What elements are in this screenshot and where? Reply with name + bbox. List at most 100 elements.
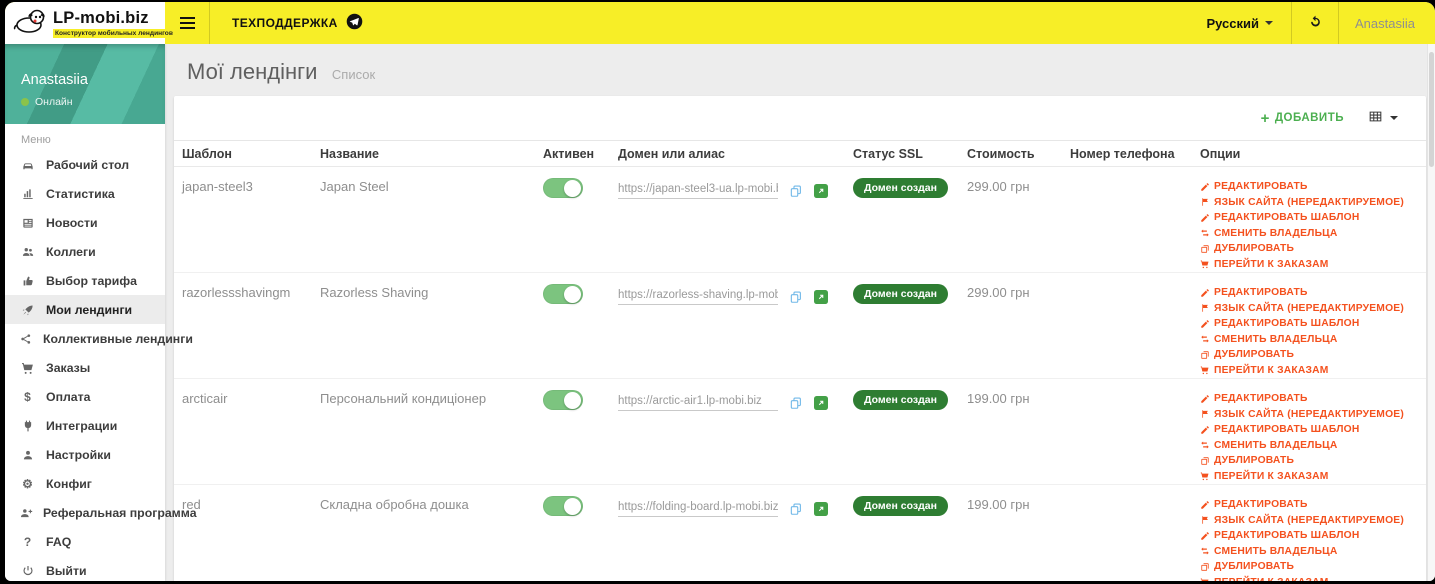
- option-edit[interactable]: РЕДАКТИРОВАТЬ: [1200, 391, 1418, 407]
- support-label: ТЕХПОДДЕРЖКА: [232, 16, 338, 30]
- options-list: РЕДАКТИРОВАТЬ ЯЗЫК САЙТА (НЕРЕДАКТИРУЕМО…: [1200, 279, 1418, 378]
- language-selector[interactable]: Русский: [1188, 2, 1291, 44]
- online-status-dot: [21, 98, 29, 106]
- domain-input[interactable]: [618, 393, 778, 411]
- copy-domain-icon[interactable]: [789, 290, 803, 304]
- sidebar-item-2[interactable]: Новости: [5, 208, 165, 237]
- active-toggle[interactable]: [543, 390, 583, 410]
- copy-domain-icon[interactable]: [789, 396, 803, 410]
- active-toggle[interactable]: [543, 284, 583, 304]
- sidebar-item-5[interactable]: Мои лендинги: [5, 295, 165, 324]
- option-go-to-orders[interactable]: ПЕРЕЙТИ К ЗАКАЗАМ: [1200, 575, 1418, 581]
- add-button-label: ДОБАВИТЬ: [1274, 112, 1344, 124]
- option-change-owner[interactable]: СМЕНИТЬ ВЛАДЕЛЬЦА: [1200, 226, 1418, 242]
- option-go-to-orders[interactable]: ПЕРЕЙТИ К ЗАКАЗАМ: [1200, 469, 1418, 485]
- sidebar-item-10[interactable]: Настройки: [5, 440, 165, 469]
- sidebar-item-8[interactable]: $ Оплата: [5, 382, 165, 411]
- support-button[interactable]: ТЕХПОДДЕРЖКА: [210, 2, 385, 44]
- scrollbar[interactable]: [1427, 44, 1435, 581]
- option-edit[interactable]: РЕДАКТИРОВАТЬ: [1200, 285, 1418, 301]
- option-site-language[interactable]: ЯЗЫК САЙТА (НЕРЕДАКТИРУЕМОЕ): [1200, 407, 1418, 423]
- online-status: Онлайн: [21, 96, 149, 108]
- option-duplicate[interactable]: ДУБЛИРОВАТЬ: [1200, 559, 1418, 575]
- hamburger-icon: [179, 17, 195, 29]
- sidebar-user-panel: Anastasiia Онлайн: [5, 44, 165, 124]
- domain-input[interactable]: [618, 499, 778, 517]
- sidebar-item-7[interactable]: Заказы: [5, 353, 165, 382]
- option-edit-template[interactable]: РЕДАКТИРОВАТЬ ШАБЛОН: [1200, 422, 1418, 438]
- sidebar-item-13[interactable]: ? FAQ: [5, 527, 165, 556]
- sidebar-username: Anastasiia: [21, 72, 88, 88]
- ssl-status-badge: Домен создан: [853, 390, 948, 410]
- chevron-down-icon: [1265, 21, 1274, 25]
- option-change-owner[interactable]: СМЕНИТЬ ВЛАДЕЛЬЦА: [1200, 332, 1418, 348]
- option-change-owner[interactable]: СМЕНИТЬ ВЛАДЕЛЬЦА: [1200, 438, 1418, 454]
- option-go-to-orders[interactable]: ПЕРЕЙТИ К ЗАКАЗАМ: [1200, 257, 1418, 273]
- copy-domain-icon[interactable]: [789, 184, 803, 198]
- table-view-button[interactable]: [1368, 109, 1398, 127]
- sidebar-item-6[interactable]: Коллективные лендинги: [5, 324, 193, 353]
- language-label: Русский: [1206, 15, 1260, 31]
- option-site-language[interactable]: ЯЗЫК САЙТА (НЕРЕДАКТИРУЕМОЕ): [1200, 513, 1418, 529]
- option-edit[interactable]: РЕДАКТИРОВАТЬ: [1200, 497, 1418, 513]
- option-edit-template[interactable]: РЕДАКТИРОВАТЬ ШАБЛОН: [1200, 210, 1418, 226]
- open-site-icon[interactable]: [814, 502, 828, 516]
- option-edit-template[interactable]: РЕДАКТИРОВАТЬ ШАБЛОН: [1200, 316, 1418, 332]
- telegram-icon: [346, 13, 363, 33]
- edit-icon: [1200, 213, 1210, 223]
- table-body: japan-steel3 Japan Steel Домен создан 29…: [174, 167, 1426, 581]
- template-name: japan-steel3: [182, 179, 253, 194]
- option-duplicate[interactable]: ДУБЛИРОВАТЬ: [1200, 241, 1418, 257]
- table-header: Шаблон Название Активен Домен или алиас …: [174, 140, 1426, 167]
- sidebar-item-1[interactable]: Статистика: [5, 179, 165, 208]
- template-name: razorlessshavingm: [182, 285, 291, 300]
- duplicate-icon: [1200, 350, 1210, 360]
- dog-logo-icon: [13, 8, 47, 39]
- option-site-language[interactable]: ЯЗЫК САЙТА (НЕРЕДАКТИРУЕМОЕ): [1200, 195, 1418, 211]
- option-duplicate[interactable]: ДУБЛИРОВАТЬ: [1200, 453, 1418, 469]
- scrollbar-thumb[interactable]: [1429, 52, 1434, 167]
- open-site-icon[interactable]: [814, 184, 828, 198]
- toggle-knob: [564, 285, 581, 303]
- open-site-icon[interactable]: [814, 396, 828, 410]
- domain-input[interactable]: [618, 287, 778, 305]
- cart-icon: [1200, 471, 1210, 481]
- option-duplicate[interactable]: ДУБЛИРОВАТЬ: [1200, 347, 1418, 363]
- column-header: Активен: [543, 146, 595, 161]
- domain-input[interactable]: [618, 181, 778, 199]
- sidebar-item-3[interactable]: Коллеги: [5, 237, 165, 266]
- active-toggle[interactable]: [543, 178, 583, 198]
- card-toolbar: + ДОБАВИТЬ: [174, 96, 1426, 140]
- active-toggle[interactable]: [543, 496, 583, 516]
- add-landing-button[interactable]: + ДОБАВИТЬ: [1261, 111, 1344, 126]
- menu-toggle-button[interactable]: [165, 2, 209, 44]
- sidebar-item-11[interactable]: ⚙ Конфиг: [5, 469, 165, 498]
- refresh-button[interactable]: [1292, 2, 1338, 44]
- swap-icon: [1200, 546, 1210, 556]
- table-row: razorlessshavingm Razorless Shaving Доме…: [174, 273, 1426, 379]
- logo[interactable]: LP-mobi.biz Конструктор мобильных лендин…: [5, 2, 175, 44]
- flag-icon: [1200, 303, 1210, 313]
- option-change-owner[interactable]: СМЕНИТЬ ВЛАДЕЛЬЦА: [1200, 544, 1418, 560]
- option-edit-template[interactable]: РЕДАКТИРОВАТЬ ШАБЛОН: [1200, 528, 1418, 544]
- open-site-icon[interactable]: [814, 290, 828, 304]
- toggle-knob: [564, 391, 581, 409]
- sidebar-item-0[interactable]: Рабочий стол: [5, 150, 165, 179]
- chevron-down-icon: [1390, 116, 1398, 120]
- column-header: Домен или алиас: [618, 146, 726, 161]
- duplicate-icon: [1200, 244, 1210, 254]
- flag-icon: [1200, 197, 1210, 207]
- sidebar-item-14[interactable]: Выйти: [5, 556, 165, 581]
- sidebar-item-9[interactable]: Интеграции: [5, 411, 165, 440]
- option-go-to-orders[interactable]: ПЕРЕЙТИ К ЗАКАЗАМ: [1200, 363, 1418, 379]
- template-name: arcticair: [182, 391, 228, 406]
- sidebar-item-12[interactable]: Реферальная программа: [5, 498, 197, 527]
- cart-icon: [1200, 365, 1210, 375]
- ssl-status-badge: Домен создан: [853, 284, 948, 304]
- topbar-username[interactable]: Anastasiia: [1339, 2, 1435, 44]
- option-site-language[interactable]: ЯЗЫК САЙТА (НЕРЕДАКТИРУЕМОЕ): [1200, 301, 1418, 317]
- copy-domain-icon[interactable]: [789, 502, 803, 516]
- integrations-icon: [19, 419, 36, 433]
- option-edit[interactable]: РЕДАКТИРОВАТЬ: [1200, 179, 1418, 195]
- sidebar-item-4[interactable]: Выбор тарифа: [5, 266, 165, 295]
